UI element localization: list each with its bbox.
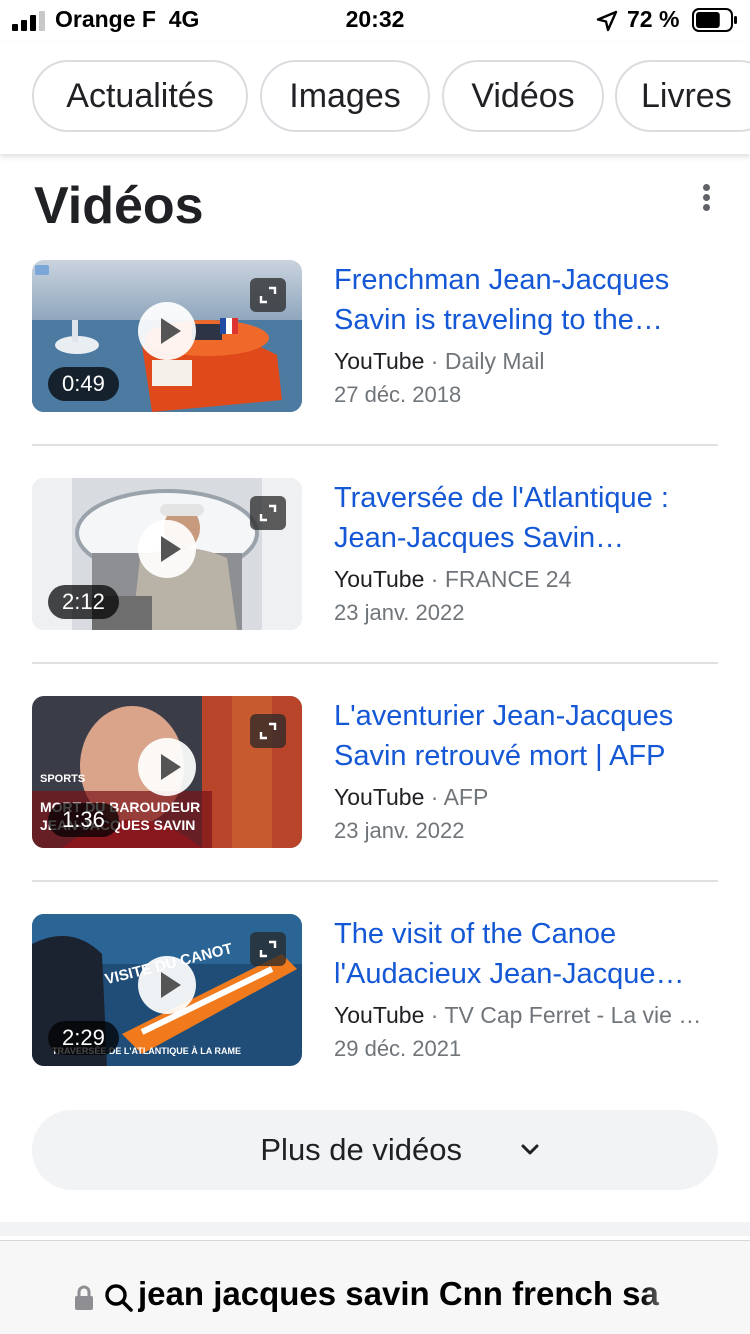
video-platform: YouTube: [334, 348, 425, 374]
battery-percent: 72 %: [627, 6, 680, 32]
status-bar: Orange F 4G 20:32 72 %: [0, 0, 750, 42]
search-tab-bar: Actualités Images Vidéos Livres: [0, 42, 750, 154]
video-platform: YouTube: [334, 566, 425, 592]
video-duration: 0:49: [48, 367, 119, 401]
video-source: YouTube · FRANCE 24: [334, 566, 718, 593]
video-duration: 2:12: [48, 585, 119, 619]
video-source: YouTube · Daily Mail: [334, 348, 718, 375]
battery-icon: [692, 8, 737, 32]
video-date: 23 janv. 2022: [334, 818, 465, 843]
video-title-line: Jean-Jacques Savin…: [334, 522, 625, 554]
video-thumbnail[interactable]: SPORTS MORT DU BAROUDEUR JEAN-JACQUES SA…: [32, 696, 302, 848]
video-title-link[interactable]: Traversée de l'Atlantique : Jean-Jacques…: [334, 478, 724, 558]
chevron-down-icon: [521, 1144, 539, 1155]
play-icon[interactable]: [138, 520, 196, 578]
tab-videos[interactable]: Vidéos: [442, 60, 604, 132]
video-channel: AFP: [443, 784, 489, 810]
divider: [32, 662, 718, 664]
video-thumbnail[interactable]: VISITE DU CANOT TRAVERSÉE DE L'ATLANTIQU…: [32, 914, 302, 1066]
search-icon: [105, 1284, 133, 1312]
video-thumbnail[interactable]: 2:12: [32, 478, 302, 630]
video-source: YouTube · TV Cap Ferret - La vie …: [334, 1002, 718, 1029]
search-query[interactable]: jean jacques savin Cnn french sa: [138, 1275, 683, 1313]
video-title-line: The visit of the Canoe: [334, 918, 617, 950]
video-thumbnail[interactable]: 0:49: [32, 260, 302, 412]
video-duration: 2:29: [48, 1021, 119, 1055]
tab-images[interactable]: Images: [260, 60, 430, 132]
separator: ·: [430, 1002, 439, 1028]
video-channel: FRANCE 24: [444, 566, 572, 592]
more-vert-icon[interactable]: [690, 182, 722, 212]
video-title-link[interactable]: L'aventurier Jean-Jacques Savin retrouvé…: [334, 696, 724, 776]
video-title-line: Savin retrouvé mort | AFP: [334, 740, 666, 772]
video-title-line: Savin is traveling to the…: [334, 304, 663, 336]
play-icon[interactable]: [138, 302, 196, 360]
expand-icon[interactable]: [250, 496, 286, 530]
video-title-link[interactable]: The visit of the Canoe l'Audacieux Jean-…: [334, 914, 724, 994]
divider: [32, 880, 718, 882]
video-title-line: l'Audacieux Jean-Jacque…: [334, 958, 685, 990]
separator: ·: [430, 348, 439, 374]
address-bar[interactable]: jean jacques savin Cnn french sa: [0, 1240, 750, 1334]
thumbnail-caption: SPORTS: [40, 773, 85, 785]
video-channel: Daily Mail: [444, 348, 545, 374]
video-platform: YouTube: [334, 1002, 425, 1028]
video-duration: 1:36: [48, 803, 119, 837]
play-icon[interactable]: [138, 956, 196, 1014]
text-fade: [640, 1271, 690, 1321]
video-result[interactable]: VISITE DU CANOT TRAVERSÉE DE L'ATLANTIQU…: [0, 914, 750, 1132]
more-videos-label: Plus de vidéos: [260, 1132, 462, 1167]
tab-actualites[interactable]: Actualités: [32, 60, 248, 132]
video-title-line: Traversée de l'Atlantique :: [334, 482, 669, 514]
separator: ·: [430, 566, 439, 592]
lock-icon: [75, 1285, 93, 1310]
section-separator: [0, 1222, 750, 1236]
divider: [32, 444, 718, 446]
video-channel: TV Cap Ferret - La vie …: [444, 1002, 702, 1028]
section-title: Vidéos: [34, 177, 204, 235]
more-videos-button[interactable]: Plus de vidéos: [32, 1110, 718, 1190]
video-title-line: Frenchman Jean-Jacques: [334, 264, 670, 296]
expand-icon[interactable]: [250, 932, 286, 966]
tab-livres[interactable]: Livres: [615, 60, 750, 132]
video-platform: YouTube: [334, 784, 425, 810]
video-date: 29 déc. 2021: [334, 1036, 462, 1061]
video-date: 23 janv. 2022: [334, 600, 465, 625]
expand-icon[interactable]: [250, 278, 286, 312]
video-source: YouTube · AFP: [334, 784, 718, 811]
video-title-link[interactable]: Frenchman Jean-Jacques Savin is travelin…: [334, 260, 724, 340]
expand-icon[interactable]: [250, 714, 286, 748]
location-arrow-icon: [596, 10, 618, 32]
separator: ·: [430, 784, 439, 810]
video-title-line: L'aventurier Jean-Jacques: [334, 700, 674, 732]
play-icon[interactable]: [138, 738, 196, 796]
video-date: 27 déc. 2018: [334, 382, 462, 407]
